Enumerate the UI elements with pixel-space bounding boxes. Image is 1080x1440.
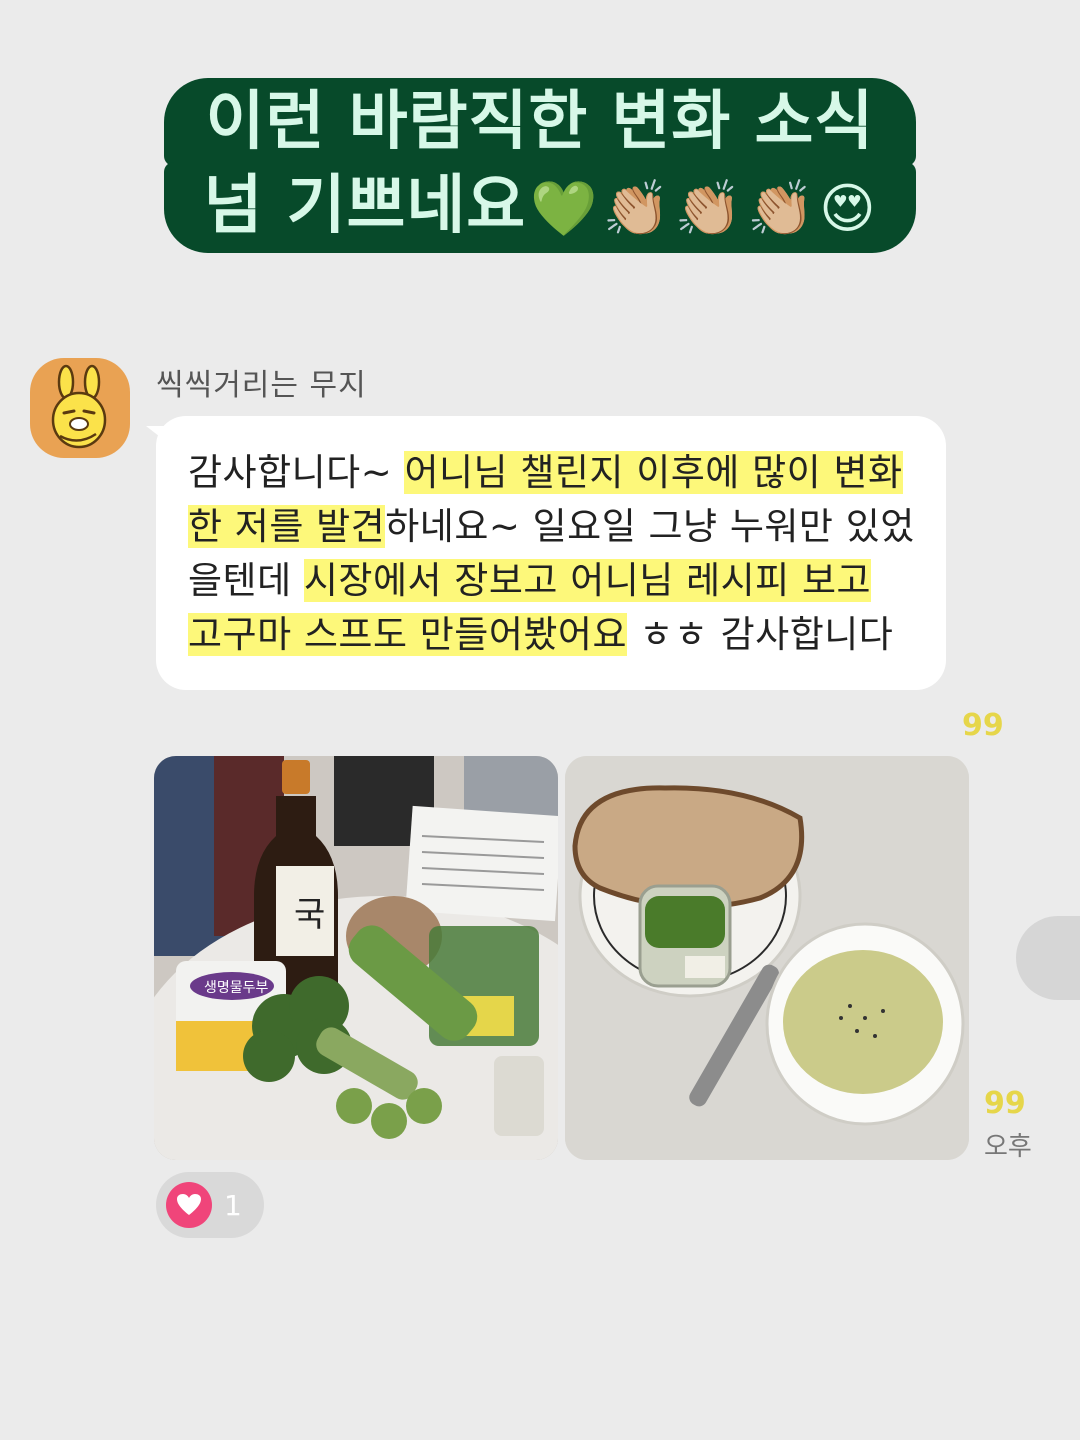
message-text: 감사합니다~ 어니님 챌린지 이후에 많이 변화한 저를 발견하네요~ 일요일 … [188,446,916,662]
share-button[interactable] [1016,916,1080,1000]
banner-subtitle: 넘 기쁘네요 [203,169,527,243]
avatar[interactable] [30,358,130,458]
message-time: 오후 [984,1132,1032,1162]
banner-line-1: 이런 바람직한 변화 소식 [163,78,917,166]
clapping-hands-icon: 👏🏼 [674,177,743,241]
sender-name: 씩씩거리는 무지 [156,368,367,403]
soy-sauce-label: 국 [294,895,325,935]
clapping-hands-icon: 👏🏼 [746,177,816,241]
banner-line-2: 넘 기쁘네요 💚 👏🏼 👏🏼 👏🏼 😍 [163,162,917,254]
clapping-hands-icon: 👏🏼 [602,177,671,241]
banner-title: 이런 바람직한 변화 소식 [205,85,875,159]
soup-illustration [565,756,969,1160]
green-heart-icon: 💚 [530,177,599,241]
reaction-count: 1 [224,1188,242,1222]
unread-count: 99 [962,708,1004,743]
heart-eyes-icon: 😍 [819,177,877,241]
header-banner: 이런 바람직한 변화 소식 넘 기쁘네요 💚 👏🏼 👏🏼 👏🏼 😍 [0,78,1080,254]
soup-and-bread-photo[interactable] [565,756,969,1160]
message-segment: 감사합니다~ [188,451,405,494]
groceries-photo[interactable]: 국 생명물두부 [154,756,558,1160]
emoji-row: 💚 👏🏼 👏🏼 👏🏼 😍 [530,165,876,253]
unread-count: 99 [984,1086,1026,1121]
tofu-label: 생명물두부 [204,980,269,996]
reaction-badge[interactable]: 1 [156,1172,264,1238]
message-segment: ㅎㅎ 감사합니다 [627,613,894,656]
message-bubble[interactable]: 감사합니다~ 어니님 챌린지 이후에 많이 변화한 저를 발견하네요~ 일요일 … [156,416,946,690]
groceries-illustration: 국 생명물두부 [154,756,558,1160]
heart-icon [166,1182,212,1228]
muzi-character-icon [51,364,107,449]
